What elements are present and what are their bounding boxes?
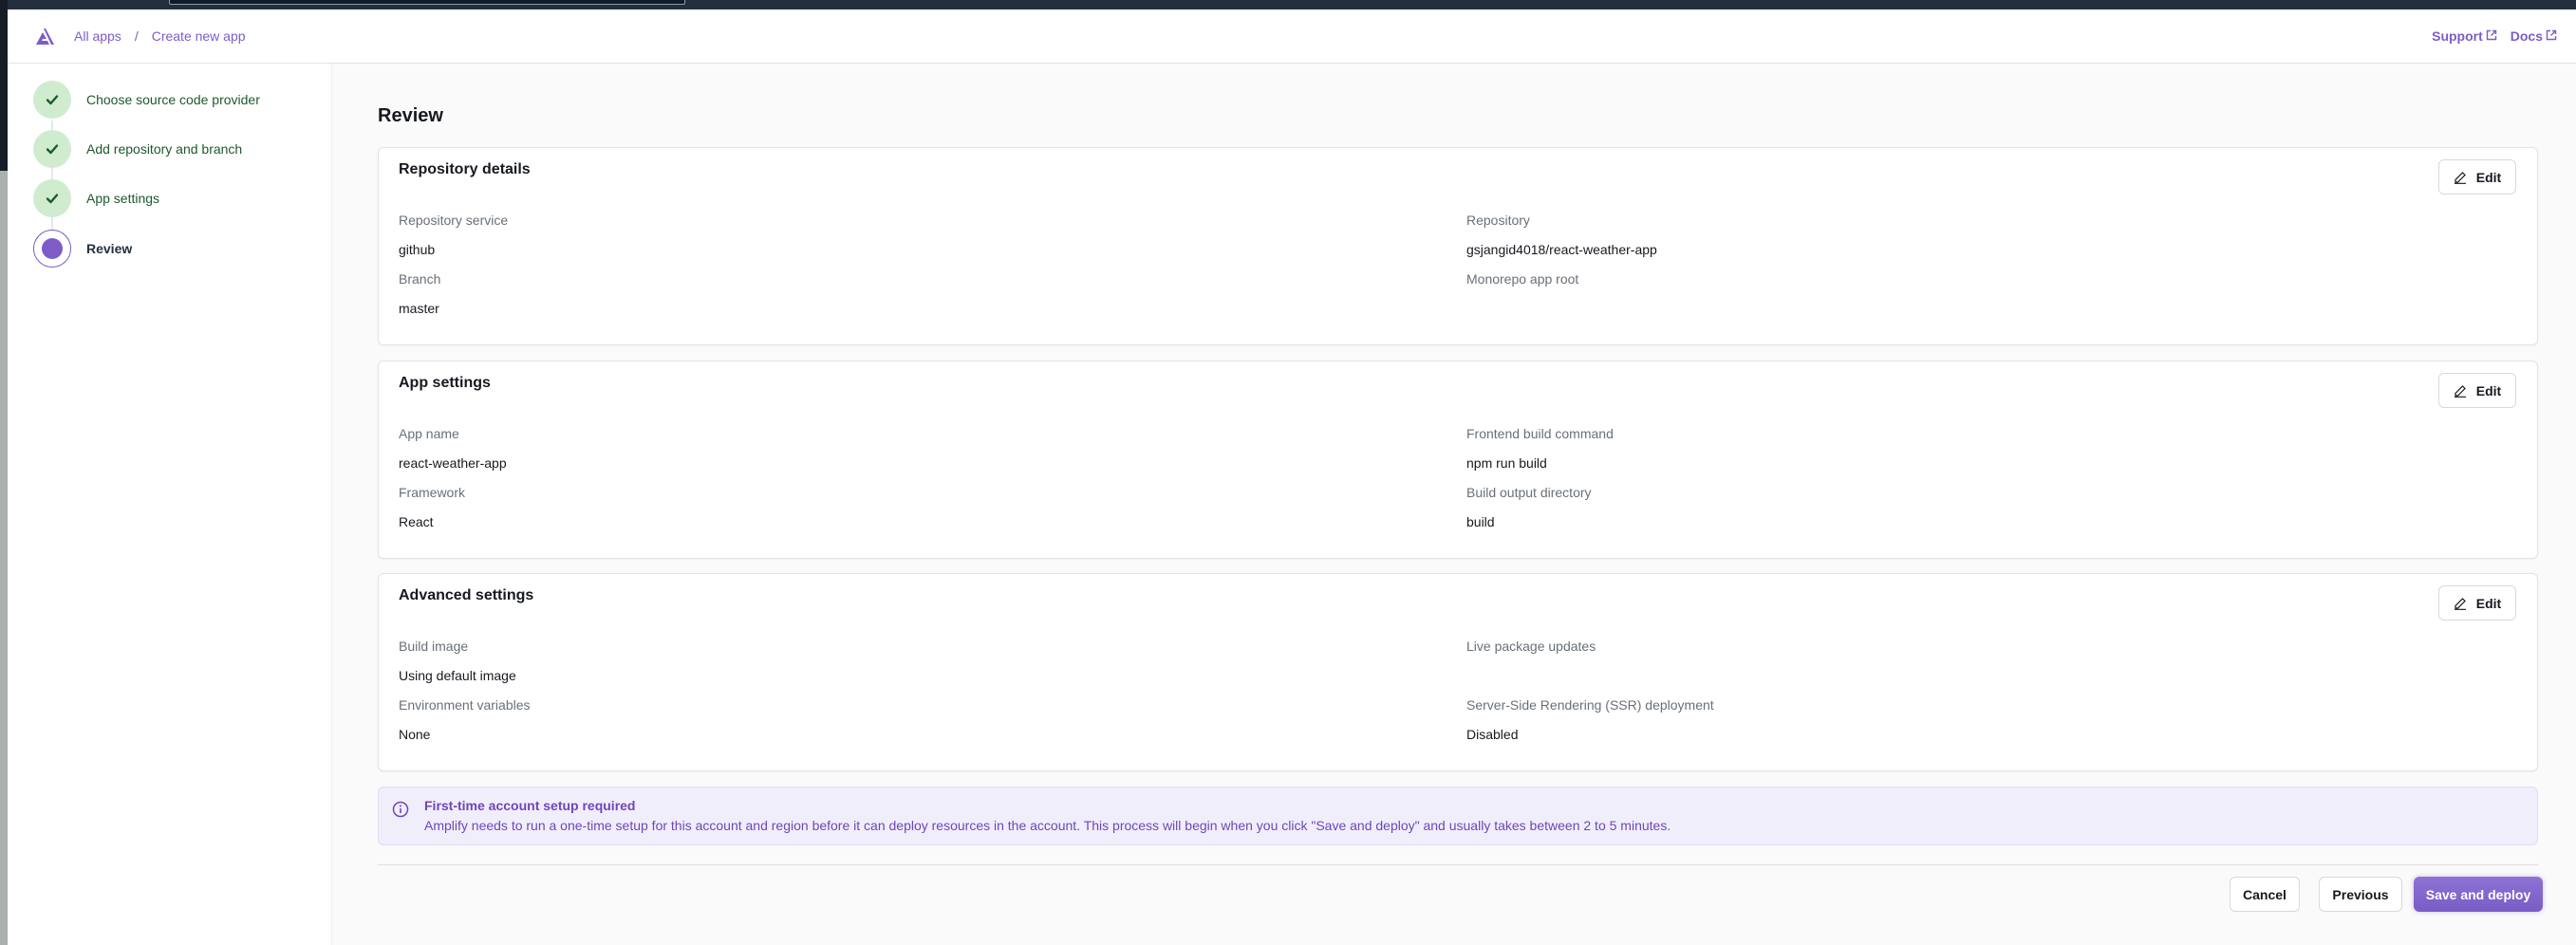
- breadcrumb-separator: /: [134, 28, 139, 44]
- check-icon: [46, 194, 59, 204]
- previous-button[interactable]: Previous: [2319, 877, 2402, 912]
- field-label: Framework: [399, 485, 466, 500]
- left-window-edge: [0, 0, 8, 945]
- support-link[interactable]: Support: [2432, 28, 2497, 44]
- edit-label: Edit: [2475, 169, 2502, 185]
- support-link-label: Support: [2432, 28, 2483, 44]
- field-label: App name: [399, 426, 459, 441]
- field-label: Repository service: [399, 213, 509, 228]
- field-label: Build image: [399, 639, 469, 654]
- field-label: Environment variables: [399, 697, 531, 713]
- field-value: github: [399, 242, 436, 257]
- left-column: App name react-weather-app Framework Rea…: [399, 424, 507, 542]
- docs-link-label: Docs: [2510, 28, 2543, 44]
- left-column: Build image Using default image Environm…: [399, 637, 531, 754]
- card-title: Repository details: [399, 161, 531, 177]
- field-label: Frontend build command: [1466, 426, 1614, 441]
- right-column: Live package updates - Server-Side Rende…: [1466, 637, 1714, 754]
- alert-body: Amplify needs to run a one-time setup fo…: [424, 818, 1671, 833]
- browser-top-bar: [8, 0, 2576, 9]
- docs-link[interactable]: Docs: [2511, 28, 2557, 44]
- top-search-field[interactable]: [169, 0, 685, 5]
- footer-divider: [378, 864, 2538, 865]
- field-value: gsjangid4018/react-weather-app: [1466, 242, 1657, 257]
- field-value: react-weather-app: [399, 455, 507, 471]
- account-setup-alert: First-time account setup required Amplif…: [378, 787, 2538, 845]
- step-choose-source[interactable]: Choose source code provider: [33, 81, 260, 119]
- step-complete-indicator: [33, 179, 71, 217]
- pencil-icon: [2454, 171, 2466, 184]
- step-complete-indicator: [33, 81, 71, 119]
- step-current-indicator: [33, 230, 71, 268]
- breadcrumb: All apps / Create new app: [74, 28, 246, 44]
- step-app-settings[interactable]: App settings: [33, 179, 159, 217]
- breadcrumb-create-new-app[interactable]: Create new app: [152, 28, 246, 44]
- step-label: App settings: [86, 191, 160, 206]
- card-title: Advanced settings: [399, 587, 534, 603]
- amplify-logo-icon[interactable]: [34, 26, 57, 46]
- advanced-settings-card: Advanced settings Edit Build image Using…: [378, 573, 2538, 771]
- app-settings-card: App settings Edit App name react-weather…: [378, 361, 2538, 559]
- step-complete-indicator: [33, 130, 71, 168]
- field-label: Server-Side Rendering (SSR) deployment: [1466, 697, 1714, 713]
- info-icon: [392, 801, 409, 823]
- field-label: Branch: [399, 271, 441, 287]
- external-link-icon: [2546, 28, 2557, 44]
- pencil-icon: [2454, 384, 2466, 398]
- field-label: Build output directory: [1466, 485, 1592, 500]
- step-add-repository[interactable]: Add repository and branch: [33, 130, 242, 168]
- field-label: Monorepo app root: [1466, 271, 1579, 287]
- right-column: Frontend build command npm run build Bui…: [1466, 424, 1614, 542]
- breadcrumb-all-apps[interactable]: All apps: [74, 28, 121, 44]
- step-review[interactable]: Review: [33, 230, 132, 268]
- external-link-icon: [2486, 28, 2497, 44]
- edit-label: Edit: [2475, 382, 2502, 398]
- card-title: App settings: [399, 375, 491, 391]
- field-value: build: [1466, 514, 1495, 529]
- field-value: Using default image: [399, 668, 516, 683]
- edit-app-settings-button[interactable]: Edit: [2438, 373, 2516, 408]
- field-label: Live package updates: [1466, 639, 1596, 654]
- edit-advanced-settings-button[interactable]: Edit: [2438, 585, 2516, 621]
- field-label: Repository: [1466, 213, 1530, 228]
- step-label: Add repository and branch: [86, 141, 243, 157]
- alert-title: First-time account setup required: [424, 798, 636, 813]
- save-and-deploy-button[interactable]: Save and deploy: [2414, 877, 2543, 912]
- right-column: Repository gsjangid4018/react-weather-ap…: [1466, 211, 1657, 328]
- page-title: Review: [378, 105, 443, 126]
- step-label: Choose source code provider: [86, 92, 260, 107]
- cancel-button[interactable]: Cancel: [2230, 877, 2300, 912]
- main-content: Review Repository details Edit Repositor…: [332, 64, 2576, 945]
- field-value: React: [399, 514, 434, 529]
- left-column: Repository service github Branch master: [399, 211, 508, 328]
- app-header: All apps / Create new app Support Docs: [8, 9, 2576, 64]
- field-value: None: [399, 727, 431, 742]
- check-icon: [46, 144, 59, 155]
- current-step-dot-icon: [42, 238, 63, 259]
- field-value: npm run build: [1466, 455, 1547, 471]
- step-label: Review: [86, 241, 133, 256]
- field-value: Disabled: [1466, 727, 1519, 742]
- repository-details-card: Repository details Edit Repository servi…: [378, 147, 2538, 345]
- pencil-icon: [2454, 597, 2466, 610]
- check-icon: [46, 95, 59, 105]
- edit-repository-button[interactable]: Edit: [2438, 159, 2516, 195]
- field-value: master: [399, 301, 439, 316]
- edit-label: Edit: [2475, 595, 2502, 611]
- header-links: Support Docs: [2432, 28, 2557, 44]
- app-window: All apps / Create new app Support Docs C…: [8, 9, 2576, 945]
- wizard-steps-sidebar: Choose source code provider Add reposito…: [8, 64, 332, 945]
